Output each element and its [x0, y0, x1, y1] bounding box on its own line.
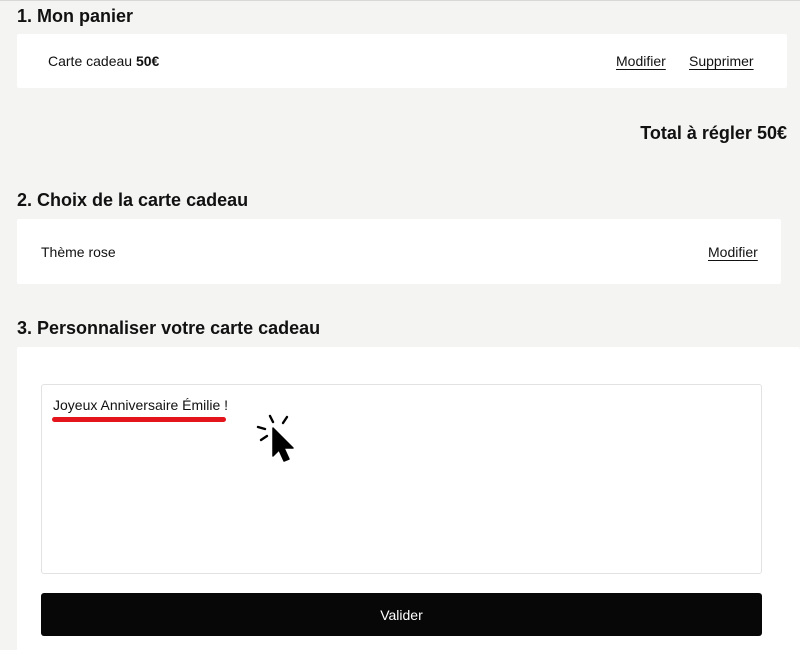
gift-message-value: Joyeux Anniversaire Émilie ! — [53, 397, 229, 413]
cart-item-label: Carte cadeau — [48, 53, 133, 69]
cart-item-description: Carte cadeau 50€ — [48, 53, 159, 69]
total-amount: 50€ — [756, 123, 787, 143]
cart-section-title: 1. Mon panier — [17, 6, 134, 26]
cart-item-card: Carte cadeau 50€ Modifier Supprimer — [17, 34, 787, 88]
gift-card-checkout-page: 1. Mon panier Carte cadeau 50€ Modifier … — [0, 0, 800, 650]
cart-delete-link[interactable]: Supprimer — [689, 53, 754, 69]
theme-card: Thème rose Modifier — [17, 219, 781, 284]
highlight-underline — [52, 417, 226, 422]
total-row: Total à régler 50€ — [640, 123, 787, 144]
selected-theme: Thème rose — [41, 244, 116, 260]
gift-message-textarea[interactable]: Joyeux Anniversaire Émilie ! — [41, 384, 762, 574]
cart-item-amount: 50€ — [135, 53, 160, 69]
personalize-section-title: 3. Personnaliser votre carte cadeau — [17, 318, 321, 338]
personalize-card: Joyeux Anniversaire Émilie ! Valider — [17, 347, 800, 650]
total-label: Total à régler — [640, 123, 752, 143]
card-choice-section-title: 2. Choix de la carte cadeau — [17, 190, 249, 210]
theme-modify-link[interactable]: Modifier — [708, 244, 758, 260]
cart-modify-link[interactable]: Modifier — [616, 53, 666, 69]
click-cursor-icon — [256, 414, 294, 462]
validate-button[interactable]: Valider — [41, 593, 762, 636]
